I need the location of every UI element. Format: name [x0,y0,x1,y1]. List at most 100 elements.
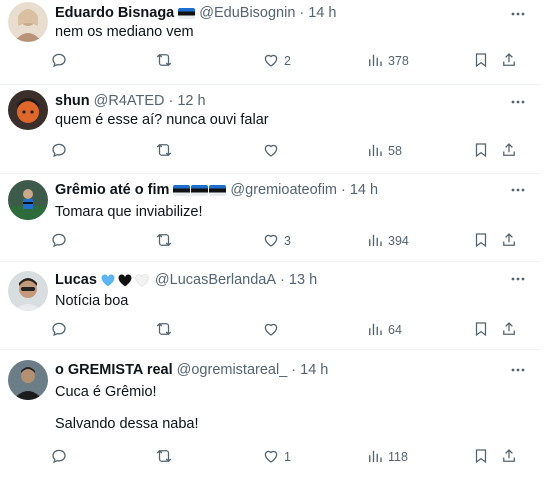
bookmark-button[interactable] [472,50,490,72]
action-bar: 64 [50,319,535,343]
timestamp[interactable]: 13 h [289,272,317,288]
like-button[interactable] [262,140,284,162]
retweet-button[interactable] [155,446,177,468]
display-name[interactable]: Lucas [55,272,97,288]
share-button[interactable] [500,140,518,162]
timestamp[interactable]: 14 h [308,5,336,21]
like-count: 1 [284,450,291,464]
reply-header: Grêmio até o fim @gremioateofim · 14 h [55,180,378,200]
share-button[interactable] [500,230,518,252]
reply-text-line: Cuca é Grêmio! [55,384,157,400]
retweet-button[interactable] [155,50,177,72]
retweet-button[interactable] [155,319,177,341]
views-icon [366,447,384,468]
reply-button[interactable] [50,319,72,341]
reply-icon [50,447,68,468]
like-button[interactable]: 1 [262,446,291,468]
reply-icon [50,231,68,252]
reply-item[interactable]: o GREMISTA real @ogremistareal_ · 14 h C… [0,350,540,481]
retweet-button[interactable] [155,140,177,162]
avatar[interactable] [8,180,48,220]
views-icon [366,141,384,162]
action-bar: 1 118 [50,446,535,470]
timestamp[interactable]: 14 h [300,362,328,378]
views-button[interactable]: 64 [366,319,402,341]
reply-header: Eduardo Bisnaga @EduBisognin · 14 h [55,3,336,23]
avatar[interactable] [8,2,48,42]
avatar[interactable] [8,90,48,130]
views-button[interactable]: 118 [366,446,408,468]
like-icon [262,447,280,468]
bookmark-button[interactable] [472,319,490,341]
views-count: 58 [388,144,402,158]
more-icon[interactable] [510,362,526,378]
views-count: 378 [388,54,409,68]
bookmark-icon [472,320,490,341]
reply-header: Lucas @LucasBerlandaA · 13 h [55,270,317,290]
reply-text: quem é esse aí? nunca ouvi falar [55,110,269,130]
share-button[interactable] [500,446,518,468]
bookmark-icon [472,447,490,468]
more-icon[interactable] [510,182,526,198]
views-count: 64 [388,323,402,337]
avatar[interactable] [8,360,48,400]
avatar[interactable] [8,271,48,311]
reply-text-line: quem é esse aí? nunca ouvi falar [55,112,269,128]
share-icon [500,447,518,468]
more-icon[interactable] [510,94,526,110]
handle[interactable]: @LucasBerlandaA [155,272,276,288]
share-icon [500,231,518,252]
like-button[interactable] [262,319,284,341]
reply-item[interactable]: Eduardo Bisnaga @EduBisognin · 14 h nem … [0,0,540,85]
retweet-button[interactable] [155,230,177,252]
timestamp[interactable]: 12 h [177,93,205,109]
views-button[interactable]: 394 [366,230,409,252]
reply-text-line: nem os mediano vem [55,24,194,40]
display-name[interactable]: o GREMISTA real [55,362,173,378]
reply-text: nem os mediano vem [55,22,194,42]
separator: · [168,93,174,109]
views-count: 118 [388,450,408,464]
reply-button[interactable] [50,446,72,468]
share-button[interactable] [500,50,518,72]
reply-icon [50,141,68,162]
views-icon [366,231,384,252]
reply-button[interactable] [50,140,72,162]
bookmark-button[interactable] [472,446,490,468]
more-icon[interactable] [510,6,526,22]
handle[interactable]: @ogremistareal_ [177,362,288,378]
reply-header: o GREMISTA real @ogremistareal_ · 14 h [55,360,328,380]
reply-icon [50,51,68,72]
reply-item[interactable]: shun @R4ATED · 12 h quem é esse aí? nunc… [0,85,540,174]
display-name[interactable]: Eduardo Bisnaga [55,5,174,21]
like-icon [262,320,280,341]
like-button[interactable]: 2 [262,50,291,72]
handle[interactable]: @gremioateofim [230,182,337,198]
action-bar: 2 378 [50,50,535,74]
like-button[interactable]: 3 [262,230,291,252]
reply-header: shun @R4ATED · 12 h [55,91,206,111]
timestamp[interactable]: 14 h [350,182,378,198]
reply-button[interactable] [50,50,72,72]
handle[interactable]: @R4ATED [94,93,165,109]
action-bar: 58 [50,140,535,164]
action-bar: 3 394 [50,230,535,254]
bookmark-button[interactable] [472,230,490,252]
views-button[interactable]: 58 [366,140,402,162]
display-name[interactable]: Grêmio até o fim [55,182,169,198]
reply-item[interactable]: Lucas @LucasBerlandaA · 13 h Notícia boa [0,262,540,350]
share-button[interactable] [500,319,518,341]
views-button[interactable]: 378 [366,50,409,72]
bookmark-icon [472,51,490,72]
bookmark-button[interactable] [472,140,490,162]
reply-button[interactable] [50,230,72,252]
more-icon[interactable] [510,271,526,287]
views-icon [366,51,384,72]
reply-item[interactable]: Grêmio até o fim @gremioateofim · 14 h T… [0,174,540,262]
views-icon [366,320,384,341]
bookmark-icon [472,141,490,162]
bookmark-icon [472,231,490,252]
handle[interactable]: @EduBisognin [199,5,295,21]
display-name[interactable]: shun [55,93,90,109]
like-icon [262,231,280,252]
